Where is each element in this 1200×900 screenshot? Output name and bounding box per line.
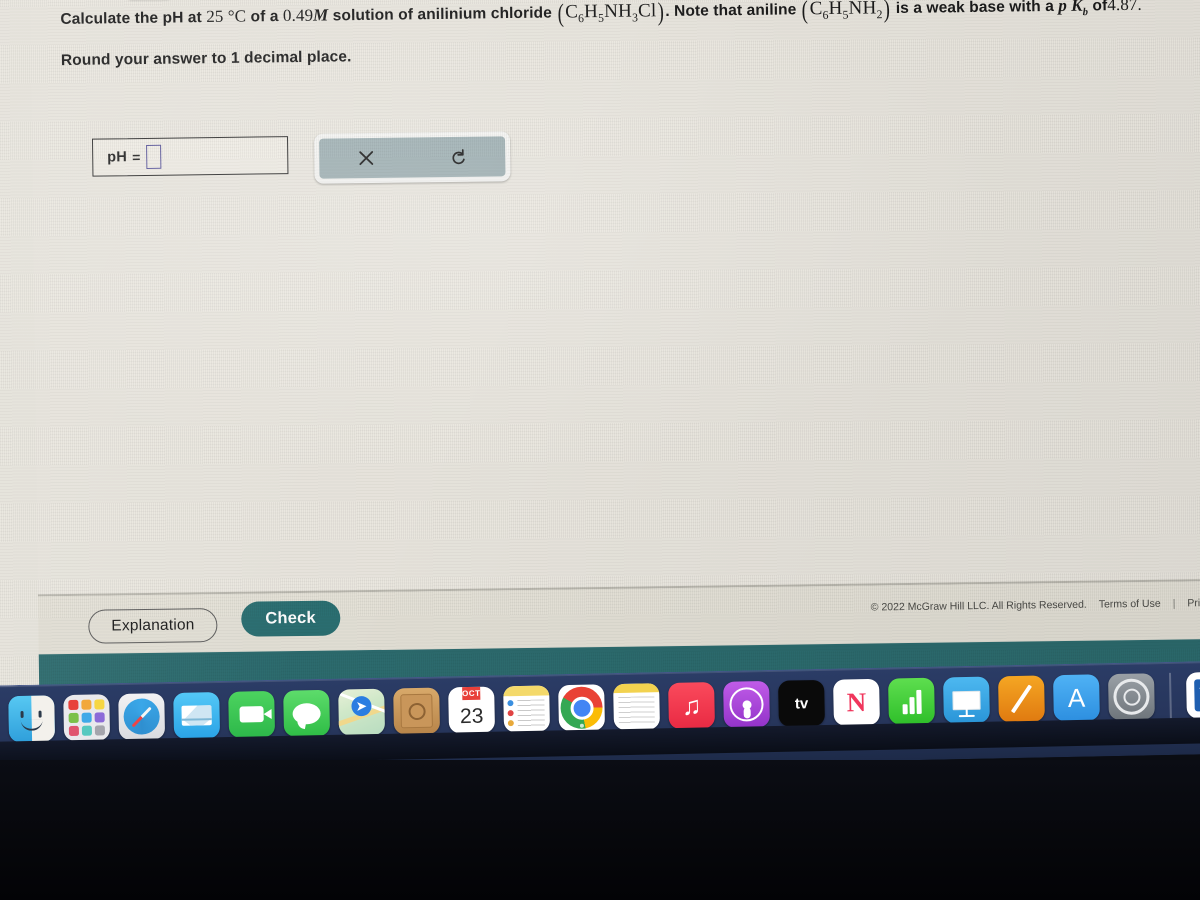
footer-legal: © 2022 McGraw Hill LLC. All Rights Reser…	[871, 597, 1200, 614]
notes-header	[503, 685, 550, 697]
notes-lines	[517, 699, 545, 728]
dock-icon-numbers[interactable]	[888, 677, 935, 725]
keynote-screen	[952, 690, 981, 710]
question-line-1: Calculate the pH at 25 °C of a 0.49M sol…	[60, 0, 1142, 35]
dock-icon-keynote[interactable]	[943, 676, 990, 724]
question-text-part1: Calculate the pH at	[60, 9, 202, 28]
rounding-instruction: Round your answer to 1 decimal place.	[60, 48, 352, 70]
finder-eye-right	[38, 710, 42, 718]
question-line-2: Round your answer to 1 decimal place.	[61, 48, 352, 70]
finder-eye-left	[20, 710, 24, 718]
calendar-month: OCT	[461, 686, 481, 701]
screenshot-photo: Calculate the pH at 25 °C of a 0.49M sol…	[0, 0, 1200, 900]
ph-label: pH	[107, 149, 128, 166]
dock-icon-maps[interactable]: ➤	[338, 688, 386, 736]
dock-icon-chrome[interactable]	[558, 684, 606, 732]
chrome-core	[569, 696, 594, 720]
dock-icon-reminders[interactable]	[613, 683, 661, 731]
ph-answer-box[interactable]: pH =	[91, 136, 289, 177]
math-toolbar	[313, 131, 511, 184]
calendar-day: 23	[459, 704, 484, 728]
question-text-part3: solution of anilinium chloride	[332, 4, 552, 25]
facetime-camera	[239, 706, 264, 723]
question-text-part6: of	[1092, 0, 1108, 15]
aleks-question-page: Calculate the pH at 25 °C of a 0.49M sol…	[29, 0, 1200, 688]
formula-aniline: (C6H5NH2)	[801, 0, 891, 25]
dock-icon-system-preferences[interactable]	[1107, 673, 1155, 721]
dock-icon-appstore[interactable]: A	[1053, 674, 1100, 722]
reminders-lines	[618, 696, 655, 726]
dock-icon-mail[interactable]	[173, 692, 221, 739]
word-letter: W	[1193, 678, 1200, 712]
question-concentration: 0.49	[282, 5, 314, 26]
safari-compass	[123, 698, 161, 735]
terms-of-use-link[interactable]: Terms of Use	[1099, 598, 1161, 611]
reminders-header	[613, 683, 660, 694]
dock-icon-music[interactable]: ♫	[668, 682, 715, 729]
dock-icon-notes[interactable]	[503, 685, 551, 733]
contacts-person	[407, 702, 426, 720]
pages-pen	[1010, 684, 1033, 714]
mail-envelope	[181, 705, 212, 726]
gear-icon	[1113, 678, 1150, 716]
dock-icon-contacts[interactable]	[393, 687, 441, 735]
dock-icon-finder[interactable]	[8, 695, 56, 743]
pkb-value: 4.87	[1107, 0, 1138, 15]
chrome-running-indicator	[579, 723, 584, 728]
math-toolbar-inner	[319, 136, 506, 179]
formula-anilinium-chloride: (C6H5NH3Cl)	[557, 0, 665, 28]
dock-icon-calendar[interactable]: OCT 23	[448, 686, 496, 734]
launchpad-grid	[68, 699, 106, 737]
messages-bubble	[292, 702, 321, 725]
pkb-symbol: p Kb	[1058, 0, 1089, 18]
question-text-part5: is a weak base with a	[895, 0, 1054, 17]
dock-icon-facetime[interactable]	[228, 690, 276, 738]
privacy-center-link[interactable]: Privacy Ce	[1187, 597, 1200, 610]
dock-icon-news[interactable]: N	[833, 678, 880, 726]
question-temperature: 25 °C	[206, 6, 247, 27]
undo-arrow-icon[interactable]	[412, 136, 506, 177]
keynote-base	[958, 714, 975, 718]
dock-icon-word[interactable]: W	[1185, 671, 1200, 719]
dock-separator	[1168, 672, 1172, 719]
dock-icon-safari[interactable]	[118, 693, 166, 741]
notes-dots	[507, 700, 514, 727]
explanation-button[interactable]: Explanation	[88, 608, 218, 644]
gear-inner	[1122, 688, 1141, 706]
safari-needle	[131, 706, 152, 727]
legal-separator: |	[1172, 597, 1176, 610]
equals-sign: =	[132, 149, 141, 166]
dock-icon-podcasts[interactable]	[723, 680, 770, 728]
close-x-icon[interactable]	[319, 137, 413, 178]
question-text-part2: of a	[250, 8, 279, 26]
contacts-book	[400, 693, 433, 729]
ph-answer-input[interactable]	[146, 144, 162, 169]
podcasts-stem	[743, 707, 751, 719]
monitor-screen: Calculate the pH at 25 °C of a 0.49M sol…	[0, 0, 1200, 688]
dock-icon-appletv[interactable]: tv	[778, 679, 825, 727]
question-period: .	[1137, 0, 1142, 14]
desk-area	[0, 760, 1200, 900]
copyright-text: © 2022 McGraw Hill LLC. All Rights Reser…	[870, 598, 1087, 614]
dock-icon-messages[interactable]	[283, 689, 331, 737]
mail-envelope-flap	[181, 718, 212, 726]
check-button[interactable]: Check	[241, 600, 341, 637]
finder-face-right	[31, 695, 56, 742]
dock-icon-pages[interactable]	[998, 675, 1045, 723]
dock-icon-launchpad[interactable]	[63, 694, 111, 742]
question-concentration-unit: M	[312, 5, 329, 25]
question-text-part4: . Note that aniline	[665, 1, 797, 21]
